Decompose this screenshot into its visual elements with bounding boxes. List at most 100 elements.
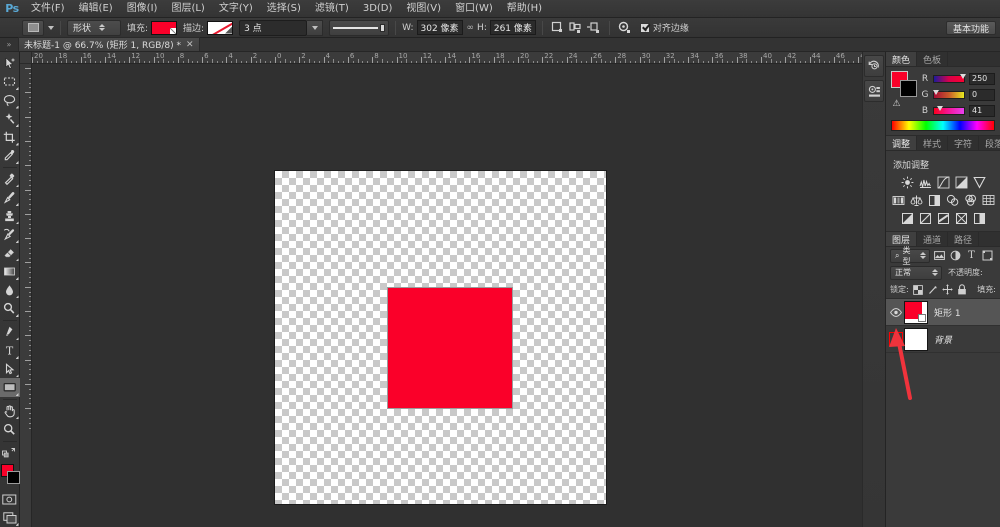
path-operations-icon[interactable] bbox=[549, 20, 567, 36]
height-input[interactable]: 261 像素 bbox=[490, 20, 536, 35]
color-balance-icon[interactable] bbox=[909, 193, 923, 207]
link-dimensions-icon[interactable]: ∞ bbox=[467, 23, 474, 33]
blue-slider[interactable] bbox=[933, 107, 965, 115]
path-arrangement-icon[interactable] bbox=[585, 20, 603, 36]
channel-mixer-icon[interactable] bbox=[963, 193, 977, 207]
blend-mode-select[interactable]: 正常 bbox=[890, 266, 942, 280]
color-lookup-icon[interactable] bbox=[981, 193, 995, 207]
canvas-area[interactable] bbox=[32, 64, 885, 527]
foreground-background-color[interactable] bbox=[0, 464, 20, 485]
move-tool[interactable] bbox=[0, 54, 20, 73]
lock-transparency-icon[interactable] bbox=[912, 283, 924, 296]
width-input[interactable]: 302 像素 bbox=[417, 20, 463, 35]
spot-healing-brush-tool[interactable] bbox=[0, 170, 20, 189]
blur-tool[interactable] bbox=[0, 281, 20, 300]
tab-通道[interactable]: 通道 bbox=[917, 232, 948, 246]
checkbox-icon[interactable] bbox=[640, 23, 650, 33]
red-value[interactable]: 250 bbox=[969, 73, 995, 85]
blue-value[interactable]: 41 bbox=[969, 105, 995, 117]
vertical-ruler[interactable] bbox=[20, 64, 32, 527]
tab-scroll-icon[interactable]: » bbox=[0, 37, 18, 51]
photo-filter-icon[interactable] bbox=[945, 193, 959, 207]
green-value[interactable]: 0 bbox=[969, 89, 995, 101]
menu-item-视图v[interactable]: 视图(V) bbox=[399, 0, 448, 18]
layer-visibility-toggle[interactable] bbox=[888, 326, 904, 353]
gradient-tool[interactable] bbox=[0, 262, 20, 281]
gradient-map-icon[interactable] bbox=[954, 211, 968, 225]
layer-visibility-toggle[interactable] bbox=[888, 299, 904, 326]
hue-saturation-icon[interactable] bbox=[891, 193, 905, 207]
screen-mode-icon[interactable] bbox=[0, 508, 20, 527]
menu-item-文字y[interactable]: 文字(Y) bbox=[212, 0, 260, 18]
stroke-options-icon[interactable] bbox=[329, 20, 389, 36]
curves-icon[interactable] bbox=[936, 175, 950, 189]
dodge-tool[interactable] bbox=[0, 299, 20, 318]
pen-tool[interactable] bbox=[0, 323, 20, 342]
menu-item-文件f[interactable]: 文件(F) bbox=[24, 0, 72, 18]
horizontal-ruler[interactable]: 2018161412108642024681012141618202224262… bbox=[32, 52, 885, 64]
posterize-icon[interactable] bbox=[918, 211, 932, 225]
workspace-switcher-button[interactable]: 基本功能 bbox=[946, 21, 996, 35]
layer-filter-type-select[interactable]: ⌕ 类型 bbox=[890, 249, 930, 263]
stroke-color-swatch[interactable] bbox=[207, 21, 233, 35]
menu-item-图层l[interactable]: 图层(L) bbox=[164, 0, 211, 18]
lock-all-icon[interactable] bbox=[956, 283, 968, 296]
tool-preset-picker[interactable] bbox=[22, 18, 54, 38]
color-panel-swatches[interactable] bbox=[891, 71, 917, 97]
updown-arrows-icon[interactable] bbox=[97, 24, 106, 31]
stroke-width-control[interactable]: 3 点 bbox=[239, 20, 323, 36]
brush-tool[interactable] bbox=[0, 188, 20, 207]
rectangle-tool[interactable] bbox=[0, 378, 20, 397]
selective-color-icon[interactable] bbox=[972, 211, 986, 225]
stroke-width-value[interactable]: 3 点 bbox=[239, 20, 307, 36]
lasso-tool[interactable] bbox=[0, 91, 20, 110]
tab-路径[interactable]: 路径 bbox=[948, 232, 979, 246]
artboard[interactable] bbox=[275, 171, 606, 504]
background-color-swatch[interactable] bbox=[7, 471, 20, 484]
ruler-corner[interactable] bbox=[20, 52, 32, 64]
close-icon[interactable]: ✕ bbox=[186, 40, 194, 50]
eye-icon[interactable] bbox=[889, 305, 903, 319]
invert-icon[interactable] bbox=[900, 211, 914, 225]
eyedropper-tool[interactable] bbox=[0, 147, 20, 166]
shape-filter-icon[interactable] bbox=[981, 249, 994, 262]
type-filter-icon[interactable]: T bbox=[965, 249, 978, 262]
menu-item-窗口w[interactable]: 窗口(W) bbox=[448, 0, 500, 18]
fill-color-swatch[interactable] bbox=[151, 21, 177, 35]
brightness-contrast-icon[interactable] bbox=[900, 175, 914, 189]
eraser-tool[interactable] bbox=[0, 244, 20, 263]
shape-mode-select[interactable]: 形状 bbox=[67, 20, 121, 36]
out-of-gamut-icon[interactable]: ⚠ bbox=[891, 99, 902, 109]
color-spectrum-bar[interactable] bbox=[891, 120, 995, 131]
layer-thumbnail[interactable] bbox=[904, 301, 928, 324]
menu-item-帮助h[interactable]: 帮助(H) bbox=[500, 0, 549, 18]
shape-tool-preset-icon[interactable] bbox=[22, 20, 44, 36]
quick-mask-icon[interactable] bbox=[0, 490, 20, 509]
crop-tool[interactable] bbox=[0, 128, 20, 147]
rectangle-shape[interactable] bbox=[388, 288, 512, 408]
rectangular-marquee-tool[interactable] bbox=[0, 73, 20, 92]
lock-position-icon[interactable] bbox=[941, 283, 953, 296]
tab-颜色[interactable]: 颜色 bbox=[886, 52, 917, 66]
tab-色板[interactable]: 色板 bbox=[917, 52, 948, 66]
menu-item-图像i[interactable]: 图像(I) bbox=[120, 0, 165, 18]
path-selection-tool[interactable] bbox=[0, 360, 20, 379]
levels-icon[interactable] bbox=[918, 175, 932, 189]
clone-stamp-tool[interactable] bbox=[0, 207, 20, 226]
layer-thumbnail[interactable] bbox=[904, 328, 928, 351]
background-color-swatch[interactable] bbox=[900, 80, 917, 97]
menu-item-3dd[interactable]: 3D(D) bbox=[356, 0, 400, 18]
chevron-down-icon[interactable] bbox=[48, 26, 54, 30]
tab-字符[interactable]: 字符 bbox=[948, 136, 979, 150]
green-slider[interactable] bbox=[933, 91, 965, 99]
layer-row[interactable]: 矩形 1 bbox=[886, 299, 1000, 326]
history-panel-icon[interactable] bbox=[864, 55, 884, 77]
align-edges-checkbox[interactable]: 对齐边缘 bbox=[640, 21, 689, 34]
hand-tool[interactable] bbox=[0, 402, 20, 421]
eye-hidden-icon[interactable] bbox=[889, 332, 903, 346]
tab-样式[interactable]: 样式 bbox=[917, 136, 948, 150]
updown-arrows-icon[interactable] bbox=[920, 252, 927, 259]
black-white-icon[interactable] bbox=[927, 193, 941, 207]
quick-selection-tool[interactable] bbox=[0, 110, 20, 129]
layer-row[interactable]: 背景 bbox=[886, 326, 1000, 353]
